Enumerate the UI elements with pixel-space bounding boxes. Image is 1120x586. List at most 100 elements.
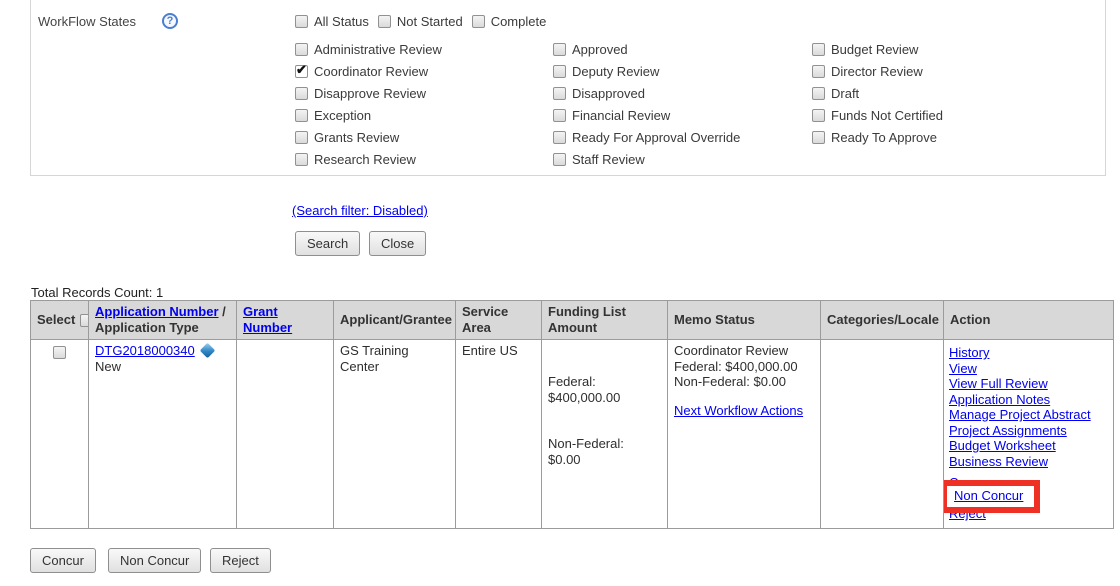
non-concur-link[interactable]: Non Concur bbox=[954, 488, 1023, 504]
cell-select bbox=[31, 340, 89, 529]
ready-for-approval-override-checkbox[interactable] bbox=[553, 131, 566, 144]
business-review-link[interactable]: Business Review bbox=[949, 454, 1091, 470]
checkbox-label: Staff Review bbox=[572, 152, 645, 167]
checkbox-label: Exception bbox=[314, 108, 371, 123]
reject-button[interactable]: Reject bbox=[210, 548, 271, 573]
workflow-states-label: WorkFlow States bbox=[38, 14, 136, 29]
ready-to-approve-checkbox[interactable] bbox=[812, 131, 825, 144]
checkbox-label: Complete bbox=[491, 14, 547, 29]
application-notes-link[interactable]: Application Notes bbox=[949, 392, 1091, 408]
total-records-count: Total Records Count: 1 bbox=[31, 285, 163, 300]
memo-status-value: Coordinator Review bbox=[674, 343, 814, 359]
checkbox-item-disapprove-review: Disapprove Review bbox=[295, 82, 442, 104]
budget-review-checkbox[interactable] bbox=[812, 43, 825, 56]
checkbox-label: All Status bbox=[314, 14, 369, 29]
search-filter-link[interactable]: (Search filter: Disabled) bbox=[292, 203, 428, 218]
disapproved-checkbox[interactable] bbox=[553, 87, 566, 100]
checkbox-item-disapproved: Disapproved bbox=[553, 82, 740, 104]
status-checkbox-row: All Status Not Started Complete bbox=[295, 10, 546, 32]
cell-action: History View View Full Review Applicatio… bbox=[944, 340, 1114, 529]
disapprove-review-checkbox[interactable] bbox=[295, 87, 308, 100]
row-select-checkbox[interactable] bbox=[53, 346, 66, 359]
funds-not-certified-checkbox[interactable] bbox=[812, 109, 825, 122]
header-application-number: Application Number / Application Type bbox=[89, 301, 237, 340]
memo-non-federal: Non-Federal: $0.00 bbox=[674, 374, 814, 390]
checkbox-item-financial-review: Financial Review bbox=[553, 104, 740, 126]
application-number-sort-link[interactable]: Application Number bbox=[95, 304, 219, 319]
checkbox-item-research-review: Research Review bbox=[295, 148, 442, 170]
table-header-row: Select Application Number / Application … bbox=[31, 301, 1114, 340]
all-status-checkbox[interactable] bbox=[295, 15, 308, 28]
project-assignments-link[interactable]: Project Assignments bbox=[949, 423, 1091, 439]
non-concur-button[interactable]: Non Concur bbox=[108, 548, 201, 573]
manage-project-abstract-link[interactable]: Manage Project Abstract bbox=[949, 407, 1091, 423]
checkbox-label: Research Review bbox=[314, 152, 416, 167]
financial-review-checkbox[interactable] bbox=[553, 109, 566, 122]
coordinator-review-checkbox[interactable] bbox=[295, 65, 308, 78]
header-funding-list-amount: Funding List Amount bbox=[542, 301, 668, 340]
application-type-value: New bbox=[95, 359, 121, 374]
checkbox-label: Director Review bbox=[831, 64, 923, 79]
header-applicant-grantee: Applicant/Grantee bbox=[334, 301, 456, 340]
checkbox-item-exception: Exception bbox=[295, 104, 442, 126]
budget-worksheet-link[interactable]: Budget Worksheet bbox=[949, 438, 1091, 454]
red-highlight-box: Non Concur bbox=[944, 480, 1041, 513]
header-categories-locale: Categories/Locale bbox=[821, 301, 944, 340]
not-started-checkbox[interactable] bbox=[378, 15, 391, 28]
search-button[interactable]: Search bbox=[295, 231, 360, 256]
checkbox-label: Deputy Review bbox=[572, 64, 659, 79]
checkbox-item-complete: Complete bbox=[472, 10, 547, 32]
close-button[interactable]: Close bbox=[369, 231, 426, 256]
checkbox-item-director-review: Director Review bbox=[812, 60, 943, 82]
table-row: DTG2018000340 New GS Training Center Ent… bbox=[31, 340, 1114, 529]
help-icon[interactable]: ? bbox=[162, 13, 178, 29]
concur-button[interactable]: Concur bbox=[30, 548, 96, 573]
info-diamond-icon[interactable] bbox=[199, 343, 215, 359]
checkbox-label: Disapprove Review bbox=[314, 86, 426, 101]
checkbox-item-all-status: All Status bbox=[295, 10, 369, 32]
header-slash: / bbox=[219, 304, 226, 319]
view-full-review-link[interactable]: View Full Review bbox=[949, 376, 1091, 392]
cell-memo-status: Coordinator Review Federal: $400,000.00 … bbox=[668, 340, 821, 529]
checkbox-label: Approved bbox=[572, 42, 628, 57]
complete-checkbox[interactable] bbox=[472, 15, 485, 28]
deputy-review-checkbox[interactable] bbox=[553, 65, 566, 78]
header-grant-number: Grant Number bbox=[237, 301, 334, 340]
checkbox-item-staff-review: Staff Review bbox=[553, 148, 740, 170]
grant-number-sort-link[interactable]: Grant Number bbox=[243, 304, 292, 335]
checkbox-item-deputy-review: Deputy Review bbox=[553, 60, 740, 82]
cell-applicant-grantee: GS Training Center bbox=[334, 340, 456, 529]
checkbox-item-draft: Draft bbox=[812, 82, 943, 104]
checkbox-label: Draft bbox=[831, 86, 859, 101]
checkbox-item-ready-for-approval-override: Ready For Approval Override bbox=[553, 126, 740, 148]
draft-checkbox[interactable] bbox=[812, 87, 825, 100]
cell-application: DTG2018000340 New bbox=[89, 340, 237, 529]
staff-review-checkbox[interactable] bbox=[553, 153, 566, 166]
header-select: Select bbox=[31, 301, 89, 340]
select-all-checkbox[interactable] bbox=[80, 314, 88, 327]
checkbox-label: Administrative Review bbox=[314, 42, 442, 57]
checkbox-label: Coordinator Review bbox=[314, 64, 428, 79]
view-link[interactable]: View bbox=[949, 361, 1091, 377]
checkbox-item-administrative-review: Administrative Review bbox=[295, 38, 442, 60]
exception-checkbox[interactable] bbox=[295, 109, 308, 122]
approved-checkbox[interactable] bbox=[553, 43, 566, 56]
checkbox-item-grants-review: Grants Review bbox=[295, 126, 442, 148]
research-review-checkbox[interactable] bbox=[295, 153, 308, 166]
workflow-states-column-2: Approved Deputy Review Disapproved Finan… bbox=[553, 38, 740, 170]
checkbox-label: Ready To Approve bbox=[831, 130, 937, 145]
application-number-link[interactable]: DTG2018000340 bbox=[95, 343, 195, 358]
administrative-review-checkbox[interactable] bbox=[295, 43, 308, 56]
grants-review-checkbox[interactable] bbox=[295, 131, 308, 144]
history-link[interactable]: History bbox=[949, 345, 1091, 361]
checkbox-label: Grants Review bbox=[314, 130, 399, 145]
next-workflow-actions-link[interactable]: Next Workflow Actions bbox=[674, 403, 803, 419]
cell-service-area: Entire US bbox=[456, 340, 542, 529]
director-review-checkbox[interactable] bbox=[812, 65, 825, 78]
header-action: Action bbox=[944, 301, 1114, 340]
workflow-states-column-1: Administrative Review Coordinator Review… bbox=[295, 38, 442, 170]
checkbox-label: Funds Not Certified bbox=[831, 108, 943, 123]
results-table: Select Application Number / Application … bbox=[30, 300, 1114, 529]
cell-grant-number bbox=[237, 340, 334, 529]
workflow-states-column-3: Budget Review Director Review Draft Fund… bbox=[812, 38, 943, 148]
